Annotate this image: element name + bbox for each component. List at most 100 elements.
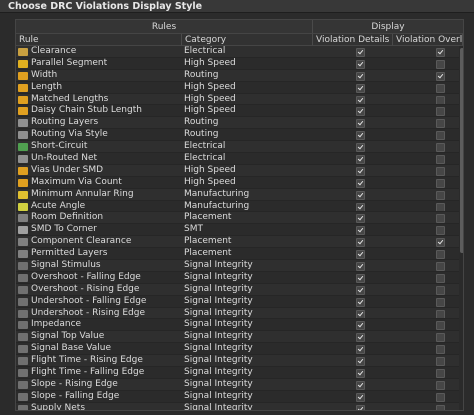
table-row[interactable]: Permitted Layers Placement (16, 248, 463, 261)
violation-overlay-checkbox[interactable] (436, 309, 445, 319)
column-header-rule[interactable]: Rule (16, 34, 182, 46)
table-row[interactable]: Short-Circuit Electrical (16, 141, 463, 154)
table-row[interactable]: Undershoot - Rising Edge Signal Integrity (16, 307, 463, 320)
violation-overlay-checkbox[interactable] (436, 321, 445, 331)
violation-details-checkbox[interactable] (356, 369, 365, 378)
violation-details-checkbox[interactable] (356, 392, 365, 402)
violation-overlay-checkbox[interactable] (436, 71, 445, 81)
violation-details-checkbox[interactable] (356, 238, 365, 248)
violation-overlay-checkbox[interactable] (436, 262, 445, 271)
violation-overlay-checkbox[interactable] (436, 107, 445, 117)
violation-overlay-checkbox[interactable] (436, 155, 445, 164)
violation-overlay-checkbox[interactable] (436, 48, 445, 57)
table-row[interactable]: Clearance Electrical (16, 46, 463, 58)
violation-overlay-checkbox[interactable] (436, 250, 445, 260)
violation-details-checkbox[interactable] (356, 119, 365, 129)
violation-details-checkbox[interactable] (356, 226, 365, 236)
table-row[interactable]: Component Clearance Placement (16, 236, 463, 249)
violation-overlay-checkbox[interactable] (436, 380, 445, 390)
violation-overlay-checkbox[interactable] (436, 297, 445, 307)
violation-overlay-checkbox[interactable] (436, 202, 445, 212)
rule-label: Signal Stimulus (31, 260, 101, 271)
column-header-violation-overlay[interactable]: Violation Overlay (393, 34, 463, 46)
violation-overlay-checkbox[interactable] (436, 333, 445, 343)
violation-details-checkbox[interactable] (356, 178, 365, 188)
violation-overlay-checkbox[interactable] (436, 404, 445, 410)
table-row[interactable]: Impedance Signal Integrity (16, 319, 463, 332)
violation-details-checkbox[interactable] (356, 285, 365, 295)
violation-overlay-checkbox[interactable] (436, 131, 445, 141)
violation-details-checkbox[interactable] (356, 250, 365, 260)
violation-details-checkbox[interactable] (356, 131, 365, 141)
table-row[interactable]: Overshoot - Rising Edge Signal Integrity (16, 283, 463, 296)
violation-details-checkbox[interactable] (356, 357, 365, 367)
violation-details-checkbox[interactable] (356, 143, 365, 153)
table-row[interactable]: Matched Lengths High Speed (16, 93, 463, 106)
violation-details-checkbox[interactable] (356, 48, 365, 57)
column-header-violation-details[interactable]: Violation Details (313, 34, 393, 46)
violation-details-checkbox[interactable] (356, 297, 365, 307)
violation-details-checkbox[interactable] (356, 262, 365, 271)
violation-details-checkbox[interactable] (356, 404, 365, 410)
table-row[interactable]: Supply Nets Signal Integrity (16, 402, 463, 410)
table-row[interactable]: Acute Angle Manufacturing (16, 200, 463, 213)
violation-details-checkbox[interactable] (356, 95, 365, 105)
violation-details-checkbox[interactable] (356, 345, 365, 355)
violation-details-checkbox[interactable] (356, 107, 365, 117)
table-row[interactable]: Routing Via Style Routing (16, 129, 463, 142)
table-row[interactable]: Daisy Chain Stub Length High Speed (16, 105, 463, 118)
violation-overlay-checkbox[interactable] (436, 285, 445, 295)
table-row[interactable]: Un-Routed Net Electrical (16, 153, 463, 165)
violation-overlay-checkbox[interactable] (436, 273, 445, 283)
violation-details-checkbox[interactable] (356, 83, 365, 93)
violation-overlay-checkbox[interactable] (436, 392, 445, 402)
table-row[interactable]: Room Definition Placement (16, 212, 463, 225)
violation-details-checkbox[interactable] (356, 71, 365, 81)
table-row[interactable]: Slope - Falling Edge Signal Integrity (16, 390, 463, 403)
violation-details-checkbox[interactable] (356, 321, 365, 331)
violation-details-checkbox[interactable] (356, 333, 365, 343)
violation-details-checkbox[interactable] (356, 214, 365, 224)
violation-overlay-checkbox[interactable] (436, 357, 445, 367)
violation-details-checkbox[interactable] (356, 155, 365, 164)
table-row[interactable]: Signal Stimulus Signal Integrity (16, 260, 463, 272)
table-row[interactable]: Width Routing (16, 69, 463, 82)
violation-overlay-checkbox[interactable] (436, 238, 445, 248)
table-row[interactable]: SMD To Corner SMT (16, 224, 463, 237)
violation-overlay-checkbox[interactable] (436, 95, 445, 105)
table-row[interactable]: Overshoot - Falling Edge Signal Integrity (16, 271, 463, 284)
table-row[interactable]: Vias Under SMD High Speed (16, 164, 463, 177)
violation-overlay-checkbox[interactable] (436, 59, 445, 69)
table-row[interactable]: Signal Top Value Signal Integrity (16, 331, 463, 344)
violation-overlay-checkbox[interactable] (436, 369, 445, 378)
violation-overlay-checkbox[interactable] (436, 178, 445, 188)
table-row[interactable]: Maximum Via Count High Speed (16, 176, 463, 189)
table-row[interactable]: Flight Time - Falling Edge Signal Integri… (16, 367, 463, 379)
violation-details-checkbox[interactable] (356, 273, 365, 283)
violation-overlay-checkbox[interactable] (436, 214, 445, 224)
column-header-category[interactable]: Category (182, 34, 313, 46)
violation-details-checkbox[interactable] (356, 380, 365, 390)
violation-details-checkbox[interactable] (356, 309, 365, 319)
table-row[interactable]: Routing Layers Routing (16, 117, 463, 130)
violation-overlay-checkbox[interactable] (436, 226, 445, 236)
table-row[interactable]: Length High Speed (16, 81, 463, 94)
table-row[interactable]: Parallel Segment High Speed (16, 57, 463, 70)
vertical-scrollbar[interactable] (459, 46, 463, 410)
table-row[interactable]: Minimum Annular Ring Manufacturing (16, 188, 463, 201)
violation-details-checkbox[interactable] (356, 190, 365, 200)
table-row[interactable]: Undershoot - Falling Edge Signal Integrit… (16, 295, 463, 308)
violation-overlay-checkbox[interactable] (436, 190, 445, 200)
violation-details-checkbox[interactable] (356, 59, 365, 69)
violation-details-checkbox[interactable] (356, 166, 365, 176)
table-row[interactable]: Slope - Rising Edge Signal Integrity (16, 378, 463, 391)
violation-overlay-checkbox[interactable] (436, 119, 445, 129)
violation-overlay-checkbox[interactable] (436, 83, 445, 93)
table-row[interactable]: Signal Base Value Signal Integrity (16, 343, 463, 356)
violation-overlay-checkbox[interactable] (436, 143, 445, 153)
violation-overlay-checkbox[interactable] (436, 166, 445, 176)
scrollbar-thumb[interactable] (460, 48, 463, 253)
violation-overlay-checkbox[interactable] (436, 345, 445, 355)
violation-details-checkbox[interactable] (356, 202, 365, 212)
table-row[interactable]: Flight Time - Rising Edge Signal Integrit… (16, 355, 463, 368)
